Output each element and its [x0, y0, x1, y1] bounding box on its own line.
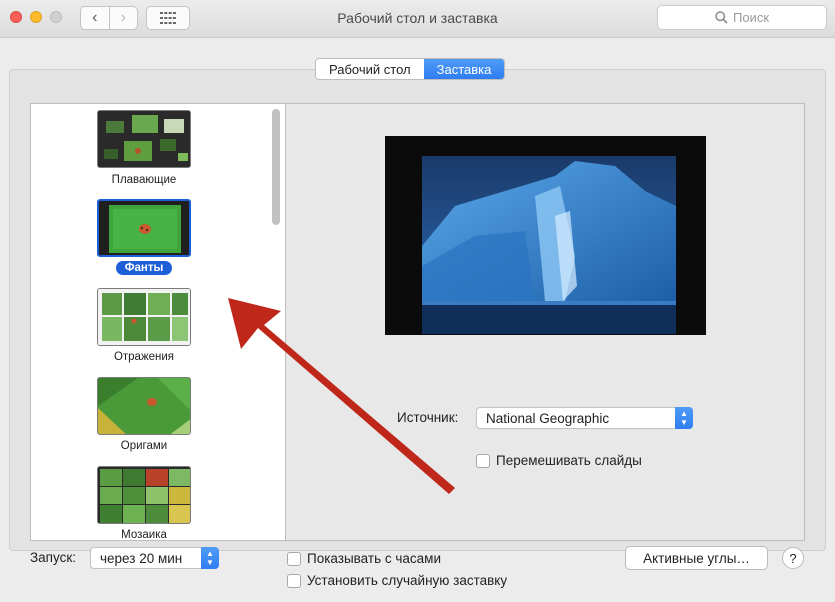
- hot-corners-button[interactable]: Активные углы…: [625, 546, 768, 570]
- source-value: National Geographic: [486, 410, 610, 426]
- start-label: Запуск:: [30, 550, 76, 565]
- search-icon: [715, 11, 728, 24]
- tab-bar: Рабочий стол Заставка: [315, 58, 506, 80]
- random-saver-checkbox[interactable]: [287, 573, 301, 588]
- screensaver-thumbnail: [97, 288, 191, 346]
- show-clock-checkbox[interactable]: [287, 551, 301, 566]
- screensaver-preview: [385, 136, 706, 335]
- screensaver-thumbnail: [97, 466, 191, 524]
- help-button[interactable]: ?: [782, 547, 804, 569]
- screensaver-label: Отражения: [113, 351, 175, 363]
- source-label: Источник:: [397, 410, 459, 425]
- tab-screensaver[interactable]: Заставка: [423, 59, 505, 79]
- search-placeholder: Поиск: [732, 10, 770, 25]
- selected-label: Фанты: [115, 261, 173, 275]
- screensaver-thumbnail: [97, 110, 191, 168]
- source-select[interactable]: National Geographic ▲ ▼: [476, 407, 693, 429]
- start-delay-select[interactable]: через 20 мин ▲ ▼: [90, 547, 219, 569]
- show-clock-label: Показывать с часами: [307, 551, 441, 566]
- screensaver-list: Плавающие Фанты Отражения Оригами Мозаик…: [30, 103, 286, 541]
- start-delay-value: через 20 мин: [100, 550, 183, 566]
- search-field[interactable]: Поиск: [657, 5, 827, 30]
- screensaver-label: Оригами: [120, 440, 168, 452]
- screensaver-label: Фанты: [31, 261, 257, 275]
- shuffle-checkbox[interactable]: [476, 453, 490, 468]
- screensaver-label: Мозаика: [121, 529, 167, 541]
- show-clock-row[interactable]: Показывать с часами: [287, 551, 441, 566]
- updown-chevron-icon: ▲ ▼: [675, 407, 693, 429]
- screensaver-thumbnail: [97, 199, 191, 257]
- screensaver-thumbnail: [97, 377, 191, 435]
- tab-desktop[interactable]: Рабочий стол: [316, 59, 424, 79]
- title-bar: ‹ › Рабочий стол и заставка Поиск: [0, 0, 835, 38]
- random-saver-label: Установить случайную заставку: [307, 573, 508, 588]
- list-scrollbar[interactable]: [272, 109, 280, 225]
- updown-chevron-icon: ▲ ▼: [201, 547, 219, 569]
- random-saver-row[interactable]: Установить случайную заставку: [287, 573, 507, 588]
- screensaver-label: Плавающие: [111, 174, 177, 186]
- shuffle-label: Перемешивать слайды: [496, 453, 642, 468]
- shuffle-checkbox-row[interactable]: Перемешивать слайды: [476, 453, 642, 468]
